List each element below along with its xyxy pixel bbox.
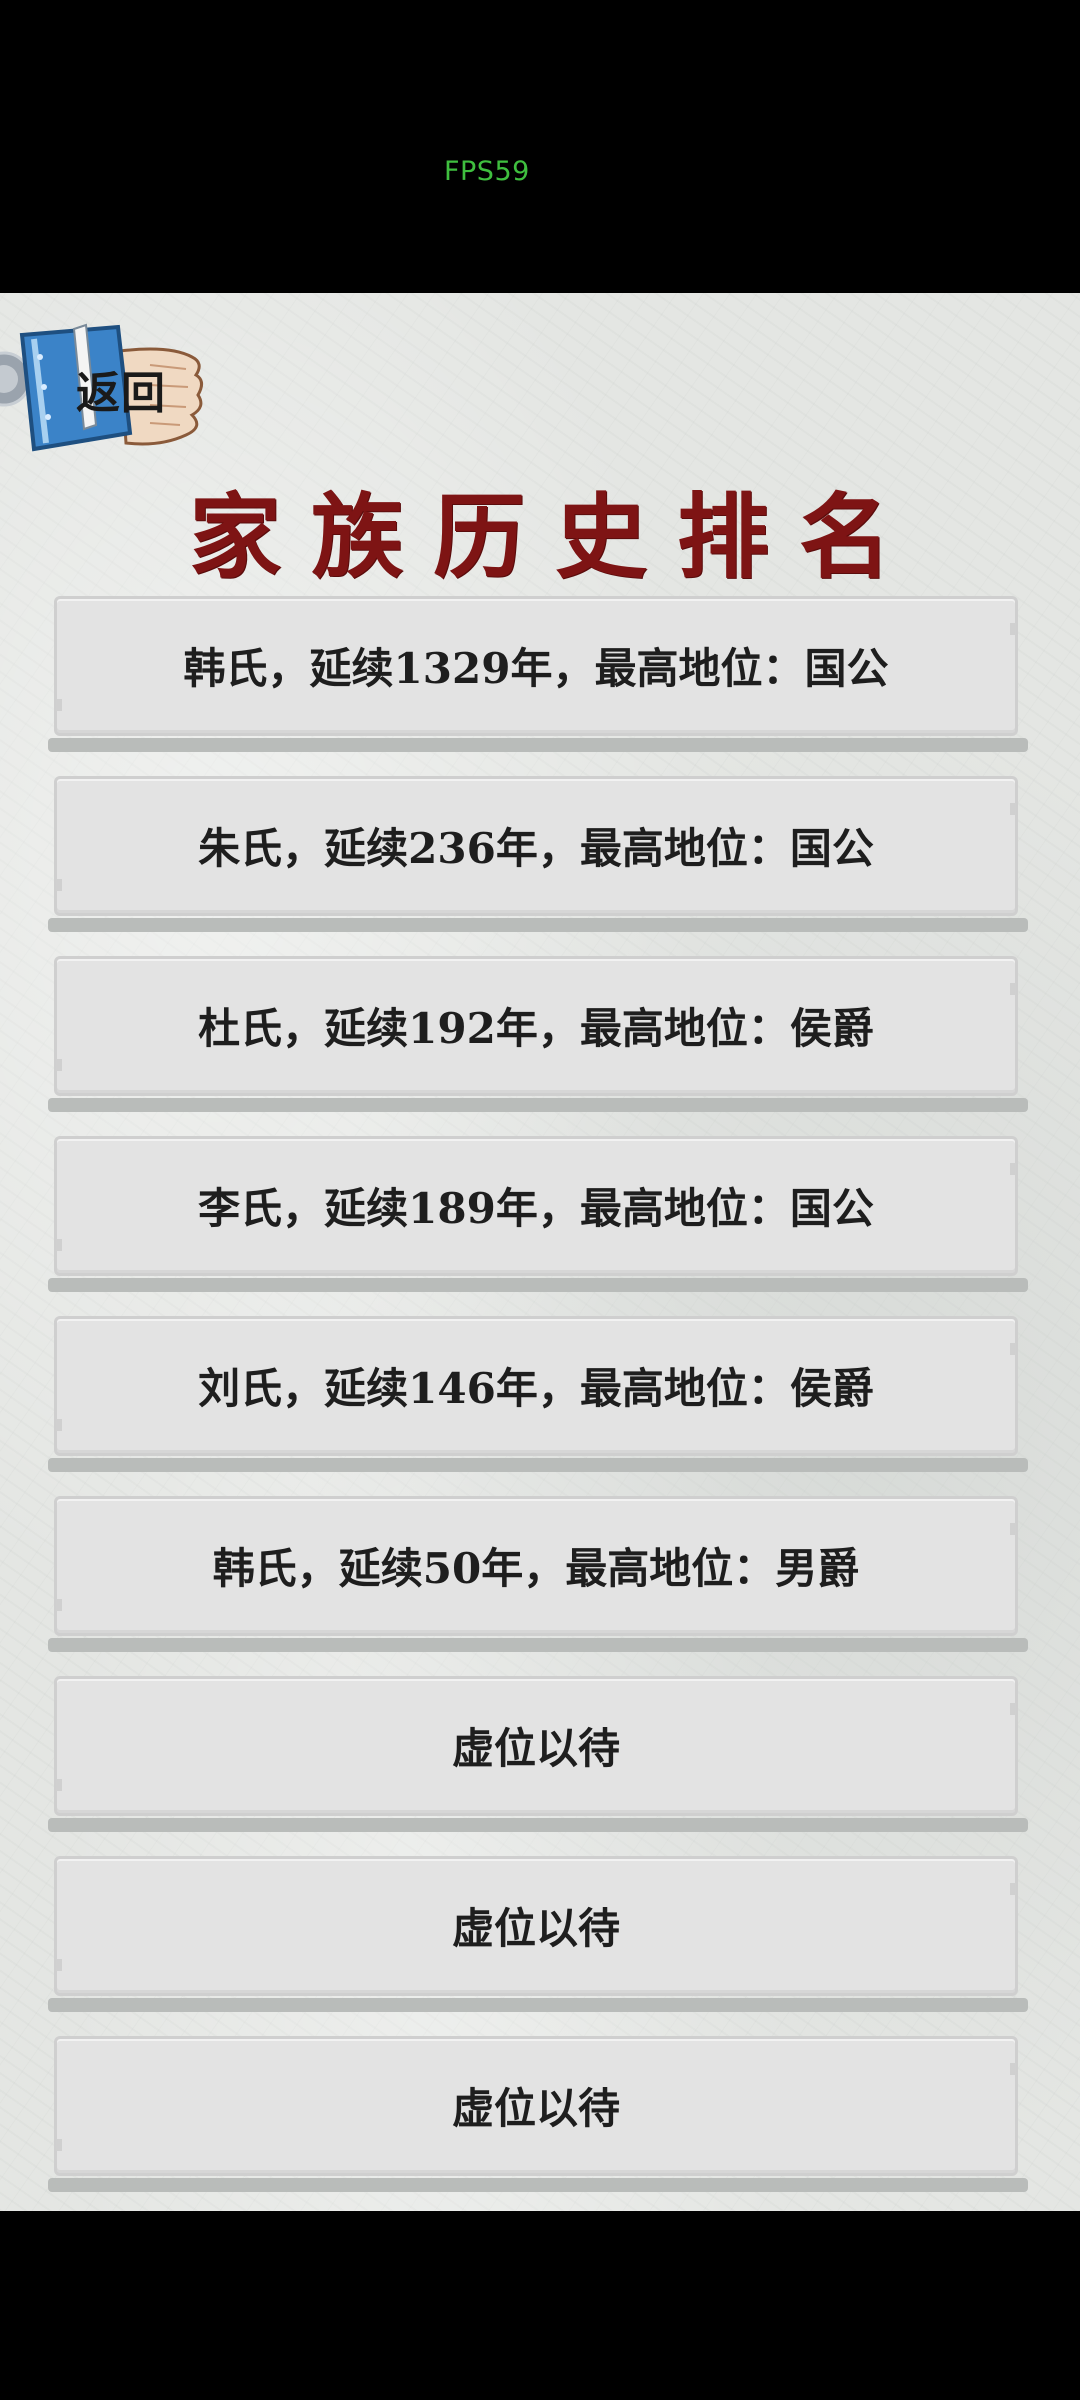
ranking-item-shadow: [48, 1458, 1028, 1472]
fps-counter: FPS59: [444, 156, 530, 187]
ranking-list: 韩氏，延续1329年，最高地位：国公 朱氏，延续236年，最高地位：国公 杜氏，…: [48, 596, 1028, 2211]
ranking-item-plate: 虚位以待: [54, 1676, 1018, 1816]
ranking-item-shadow: [48, 1098, 1028, 1112]
ranking-item[interactable]: 朱氏，延续236年，最高地位：国公: [48, 776, 1028, 932]
ranking-item-empty[interactable]: 虚位以待: [48, 1856, 1028, 2012]
back-button-label: 返回: [76, 368, 166, 419]
ranking-item-plate: 朱氏，延续236年，最高地位：国公: [54, 776, 1018, 916]
ranking-item-shadow: [48, 2178, 1028, 2192]
ranking-item-plate: 虚位以待: [54, 1856, 1018, 1996]
ranking-item[interactable]: 韩氏，延续1329年，最高地位：国公: [48, 596, 1028, 752]
ranking-item-text: 李氏，延续189年，最高地位：国公: [198, 1184, 874, 1233]
ranking-item-text: 韩氏，延续1329年，最高地位：国公: [183, 644, 889, 693]
ranking-item-shadow: [48, 1818, 1028, 1832]
ranking-item-empty[interactable]: 虚位以待: [48, 2036, 1028, 2192]
ranking-item-text: 刘氏，延续146年，最高地位：侯爵: [198, 1364, 874, 1413]
ranking-item-plate: 李氏，延续189年，最高地位：国公: [54, 1136, 1018, 1276]
ranking-item-text: 杜氏，延续192年，最高地位：侯爵: [198, 1004, 874, 1053]
ranking-item[interactable]: 李氏，延续189年，最高地位：国公: [48, 1136, 1028, 1292]
ranking-item-shadow: [48, 1278, 1028, 1292]
ranking-item[interactable]: 杜氏，延续192年，最高地位：侯爵: [48, 956, 1028, 1112]
back-button[interactable]: 返回: [0, 315, 210, 465]
page-title: 家族历史排名: [188, 483, 921, 591]
ranking-item-plate: 刘氏，延续146年，最高地位：侯爵: [54, 1316, 1018, 1456]
ranking-item-shadow: [48, 1998, 1028, 2012]
ranking-item-empty[interactable]: 虚位以待: [48, 1676, 1028, 1832]
ranking-item[interactable]: 韩氏，延续50年，最高地位：男爵: [48, 1496, 1028, 1652]
ranking-item-plate: 韩氏，延续50年，最高地位：男爵: [54, 1496, 1018, 1636]
ranking-item-text: 朱氏，延续236年，最高地位：国公: [198, 824, 874, 873]
ranking-item-text: 虚位以待: [451, 1904, 620, 1953]
ranking-item-shadow: [48, 738, 1028, 752]
ranking-item-plate: 杜氏，延续192年，最高地位：侯爵: [54, 956, 1018, 1096]
ranking-item-plate: 虚位以待: [54, 2036, 1018, 2176]
ranking-item-shadow: [48, 918, 1028, 932]
game-area: 返回 家族历史排名 韩氏，延续1329年，最高地位：国公 朱氏，延续236年，最…: [0, 293, 1080, 2211]
ranking-item-text: 韩氏，延续50年，最高地位：男爵: [212, 1544, 860, 1593]
ranking-item-plate: 韩氏，延续1329年，最高地位：国公: [54, 596, 1018, 736]
screen: FPS59 返回 家族历史排名 韩氏，延续1329年，最高地位：国公 朱氏，延续…: [0, 0, 1080, 2400]
ranking-item-text: 虚位以待: [451, 1724, 620, 1773]
ranking-item-text: 虚位以待: [451, 2084, 620, 2133]
ranking-item-shadow: [48, 1638, 1028, 1652]
ranking-item[interactable]: 刘氏，延续146年，最高地位：侯爵: [48, 1316, 1028, 1472]
